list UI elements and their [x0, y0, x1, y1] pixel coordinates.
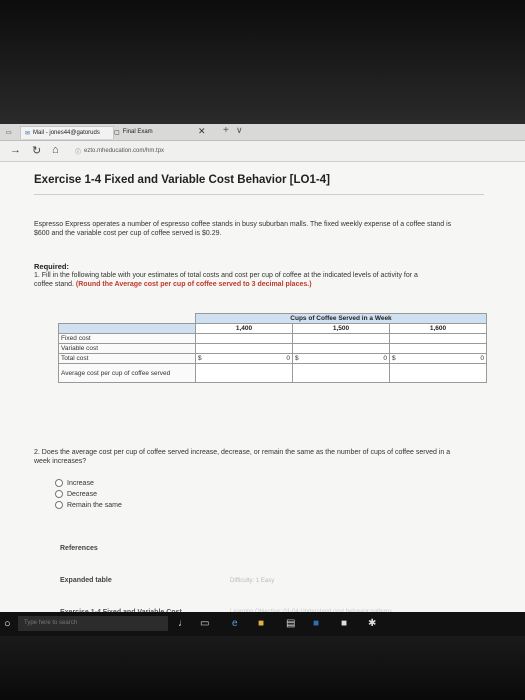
- home-icon[interactable]: ⌂: [52, 144, 59, 156]
- average-cost-input[interactable]: [292, 363, 390, 383]
- option-increase[interactable]: Increase: [55, 479, 94, 487]
- column-group-header: Cups of Coffee Served in a Week: [195, 313, 487, 324]
- variable-cost-input[interactable]: [195, 343, 293, 354]
- new-tab-icon[interactable]: +: [223, 125, 229, 136]
- taskbar-search-input[interactable]: Type here to search: [18, 616, 168, 631]
- taskbar: ○ Type here to search ♩ ▭ e ■ ▤ ■ ■ ✱: [0, 612, 525, 636]
- close-tab-icon[interactable]: ✕: [198, 126, 206, 137]
- total-cost-value: 0: [286, 355, 290, 362]
- column-header: 1,500: [292, 323, 390, 334]
- average-cost-input[interactable]: [195, 363, 293, 383]
- tab-bar: ▭ ✉ Mail - jones44@gatoruds ▢ Final Exam…: [0, 124, 525, 141]
- tab-final-exam[interactable]: ▢ Final Exam: [110, 126, 198, 138]
- option-remain-same[interactable]: Remain the same: [55, 501, 122, 509]
- currency-symbol: $: [295, 355, 299, 362]
- total-cost-cell: $0: [292, 353, 390, 364]
- table-header-blank: [58, 323, 196, 334]
- column-header: 1,600: [389, 323, 487, 334]
- references-heading: References: [60, 545, 98, 552]
- info-icon: ⓘ: [75, 149, 82, 156]
- total-cost-cell: $0: [389, 353, 487, 364]
- total-cost-value: 0: [480, 355, 484, 362]
- total-cost-cell: $0: [195, 353, 293, 364]
- row-label: Variable cost: [58, 343, 196, 354]
- tab-mail-label: Mail - jones44@gatoruds: [33, 130, 100, 136]
- task-view-icon[interactable]: ▭: [200, 618, 209, 629]
- required-heading: Required:: [34, 262, 70, 271]
- currency-symbol: $: [392, 355, 396, 362]
- address-bar[interactable]: ⓘ ezto.mheducation.com/hm.tpx: [75, 145, 375, 157]
- option-label: Increase: [67, 479, 94, 487]
- navigation-bar: → ↻ ⌂ ⓘ ezto.mheducation.com/hm.tpx: [0, 141, 525, 162]
- option-decrease[interactable]: Decrease: [55, 490, 97, 498]
- currency-symbol: $: [198, 355, 202, 362]
- variable-cost-input[interactable]: [292, 343, 390, 354]
- column-header: 1,400: [195, 323, 293, 334]
- radio-button[interactable]: [55, 490, 63, 498]
- tab-list-icon[interactable]: ∨: [236, 125, 243, 136]
- settings-icon[interactable]: ✱: [368, 618, 376, 629]
- monitor-bezel-bottom: [0, 636, 525, 700]
- variable-cost-input[interactable]: [389, 343, 487, 354]
- expanded-table-link[interactable]: Expanded table: [60, 577, 112, 584]
- requirement-1: 1. Fill in the following table with your…: [34, 271, 434, 289]
- store-icon[interactable]: ▤: [286, 618, 295, 629]
- monitor-bezel-top: [0, 0, 525, 124]
- fixed-cost-input[interactable]: [292, 333, 390, 344]
- table-corner: [59, 314, 196, 324]
- refresh-icon[interactable]: ↻: [32, 144, 41, 157]
- tab-mail[interactable]: ✉ Mail - jones44@gatoruds: [20, 126, 114, 139]
- page-title: Exercise 1-4 Fixed and Variable Cost Beh…: [34, 174, 330, 186]
- mail-app-icon[interactable]: ■: [313, 618, 319, 629]
- option-label: Decrease: [67, 490, 97, 498]
- cost-table: Cups of Coffee Served in a Week 1,400 1,…: [58, 313, 487, 383]
- forward-arrow-icon[interactable]: →: [10, 144, 21, 156]
- radio-button[interactable]: [55, 501, 63, 509]
- table-row: Total cost $0 $0 $0: [58, 353, 487, 364]
- divider: [34, 194, 484, 195]
- row-label: Fixed cost: [58, 333, 196, 344]
- file-explorer-icon[interactable]: ■: [258, 618, 264, 629]
- row-label: Total cost: [58, 353, 196, 364]
- address-text: ezto.mheducation.com/hm.tpx: [84, 148, 165, 154]
- edge-icon[interactable]: e: [232, 618, 238, 629]
- table-row: Variable cost: [58, 343, 487, 354]
- window-icon: ▭: [6, 129, 12, 136]
- question-2-text: 2. Does the average cost per cup of coff…: [34, 449, 451, 465]
- table-row: Fixed cost: [58, 333, 487, 344]
- cortana-icon[interactable]: ○: [4, 618, 11, 630]
- page-icon: ▢: [114, 129, 120, 136]
- mail-icon: ✉: [25, 130, 31, 137]
- option-label: Remain the same: [67, 501, 122, 509]
- row-label: Average cost per cup of coffee served: [58, 363, 196, 383]
- total-cost-value: 0: [383, 355, 387, 362]
- average-cost-input[interactable]: [389, 363, 487, 383]
- tab-back-arrow[interactable]: ▭: [2, 126, 16, 138]
- rounding-note: (Round the Average cost per cup of coffe…: [75, 281, 312, 288]
- fixed-cost-input[interactable]: [389, 333, 487, 344]
- tab-final-exam-label: Final Exam: [122, 129, 153, 135]
- microphone-icon[interactable]: ♩: [178, 618, 188, 629]
- app-icon[interactable]: ■: [341, 618, 347, 629]
- radio-button[interactable]: [55, 479, 63, 487]
- fixed-cost-input[interactable]: [195, 333, 293, 344]
- difficulty-label: Difficulty: 1 Easy: [230, 578, 275, 584]
- table-row: Average cost per cup of coffee served: [58, 363, 487, 383]
- problem-intro: Espresso Express operates a number of es…: [34, 221, 452, 237]
